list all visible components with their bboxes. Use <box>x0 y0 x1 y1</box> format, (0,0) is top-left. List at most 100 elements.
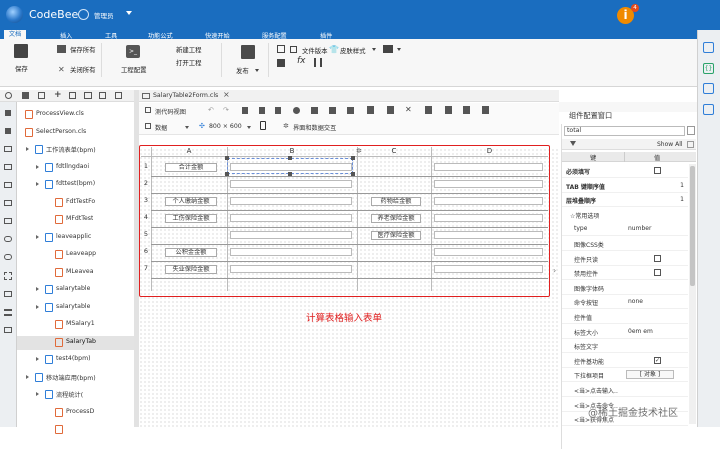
tree-item[interactable]: salarytable <box>17 301 134 315</box>
chart-icon[interactable] <box>4 218 12 224</box>
screen-icon[interactable] <box>383 45 393 53</box>
chevron-right-icon[interactable]: › <box>553 266 556 275</box>
row-header[interactable]: 2 <box>142 179 150 187</box>
prop-value[interactable]: none <box>628 298 643 305</box>
row-header[interactable]: 1 <box>142 162 150 170</box>
input-field[interactable] <box>434 231 543 239</box>
save-all-button[interactable]: 保存所有 <box>70 45 96 54</box>
tree-item[interactable]: 流程统计( <box>17 388 134 402</box>
tool-icon-2[interactable] <box>259 107 265 114</box>
formula-icon[interactable]: fx <box>297 56 306 66</box>
input-field[interactable] <box>230 265 352 273</box>
canvas-size-select[interactable]: 800 × 600 <box>209 123 242 130</box>
align-icon[interactable] <box>277 45 285 53</box>
select-icon[interactable] <box>4 272 12 280</box>
tree-item[interactable]: MLeavea <box>17 266 134 280</box>
align-center-icon[interactable] <box>277 59 285 67</box>
open-file-icon[interactable] <box>99 92 106 99</box>
column-header[interactable]: B <box>284 147 300 155</box>
prop-row[interactable]: TAB 键顺序值 1 <box>562 179 688 193</box>
resize-handle[interactable] <box>225 156 229 160</box>
row-header[interactable]: 6 <box>142 247 150 255</box>
chevron-right-icon[interactable] <box>36 287 39 291</box>
tree-item[interactable] <box>17 423 134 437</box>
tool-icon-1[interactable] <box>242 107 248 114</box>
prop-value[interactable]: 1 <box>676 196 684 203</box>
link-icon[interactable] <box>4 236 12 242</box>
tool-icon-6[interactable] <box>347 107 354 114</box>
refresh-icon[interactable] <box>5 92 12 99</box>
scrollbar-thumb[interactable] <box>690 166 695 286</box>
open-project-button[interactable]: 打开工程 <box>176 58 202 67</box>
tree-item[interactable]: FdtTestFo <box>17 196 134 210</box>
collapse-icon[interactable] <box>38 92 45 99</box>
resize-handle[interactable] <box>288 156 292 160</box>
editor-tab-label[interactable]: SalaryTable2Form.cls <box>153 92 218 99</box>
prop-row[interactable]: 标签文字 <box>562 339 688 354</box>
tool-icon-3[interactable] <box>275 107 281 114</box>
tree-item[interactable]: MFdtTest <box>17 213 134 227</box>
settings-icon[interactable] <box>115 92 122 99</box>
tree-item[interactable]: fdttest(bpm) <box>17 178 134 192</box>
add-icon[interactable]: + <box>54 90 62 100</box>
close-icon[interactable]: × <box>223 90 230 99</box>
input-field[interactable] <box>434 214 543 222</box>
checkbox[interactable] <box>654 167 661 174</box>
prop-value[interactable]: number <box>628 225 651 232</box>
prop-row[interactable]: 控件基功能 ✓ <box>562 354 688 368</box>
row-header[interactable]: 4 <box>142 213 150 221</box>
options-icon[interactable] <box>687 141 694 148</box>
tree-item[interactable]: ProcessView.cls <box>17 108 134 122</box>
new-project-button[interactable]: 新建工程 <box>176 45 202 54</box>
tree-item[interactable]: leaveapplic <box>17 231 134 245</box>
chevron-down-icon[interactable] <box>397 48 401 51</box>
bug-icon[interactable] <box>293 107 300 114</box>
row-header[interactable]: 5 <box>142 230 150 238</box>
cloud-icon[interactable] <box>4 254 12 260</box>
input-field[interactable] <box>434 265 543 273</box>
prop-row[interactable]: 控件值 <box>562 310 688 324</box>
new-folder-icon[interactable] <box>84 92 92 99</box>
tool-icon-5[interactable] <box>329 107 336 114</box>
tree-item[interactable]: 移动端应用(bpm) <box>17 371 134 385</box>
gear-icon[interactable]: ✲ <box>356 147 362 155</box>
chevron-down-icon[interactable] <box>185 126 189 129</box>
chevron-right-icon[interactable] <box>26 147 29 151</box>
resize-handle[interactable] <box>351 156 355 160</box>
chevron-down-icon[interactable] <box>372 48 376 51</box>
resize-handle[interactable] <box>288 172 292 176</box>
tree-item[interactable]: SelectPerson.cls <box>17 126 134 140</box>
mobile-icon[interactable] <box>260 121 266 130</box>
prop-row[interactable]: <当>点击输入... <box>562 383 688 397</box>
interaction-button[interactable]: 界面和数据交互 <box>293 123 336 132</box>
prop-row[interactable]: 层堆叠顺序 1 <box>562 193 688 208</box>
prop-row[interactable]: type number <box>562 222 688 237</box>
paste-icon[interactable] <box>425 106 432 114</box>
new-file-icon[interactable] <box>69 92 76 99</box>
input-field[interactable] <box>434 197 543 205</box>
skin-style-button[interactable]: 皮肤样式 <box>340 46 366 55</box>
tool-icon-9[interactable] <box>482 106 489 114</box>
resize-handle[interactable] <box>351 172 355 176</box>
chevron-right-icon[interactable] <box>26 374 29 379</box>
input-field[interactable] <box>230 248 352 256</box>
filter-icon[interactable] <box>4 309 12 316</box>
grid-icon[interactable] <box>4 200 12 206</box>
user-avatar-icon[interactable] <box>78 9 89 20</box>
tree-item[interactable]: salarytable <box>17 283 134 297</box>
form-icon[interactable] <box>4 164 12 170</box>
row-header[interactable]: 7 <box>142 264 150 272</box>
copy-icon[interactable] <box>387 106 394 114</box>
tree-item[interactable]: fdtllngdaoi <box>17 161 134 175</box>
tool-icon-4[interactable] <box>311 107 318 114</box>
prop-row[interactable]: 命令按钮 none <box>562 295 688 310</box>
media-icon[interactable] <box>4 291 12 297</box>
row-header[interactable]: 3 <box>142 196 150 204</box>
workspace-button[interactable]: 工程配置 <box>121 65 147 74</box>
prop-scrollbar[interactable] <box>689 164 696 424</box>
column-header[interactable]: C <box>386 147 402 155</box>
chevron-down-icon[interactable] <box>126 11 132 15</box>
layers-icon[interactable] <box>703 83 714 94</box>
explorer-icon[interactable] <box>5 110 11 116</box>
show-all-select[interactable]: Show All <box>657 141 683 148</box>
